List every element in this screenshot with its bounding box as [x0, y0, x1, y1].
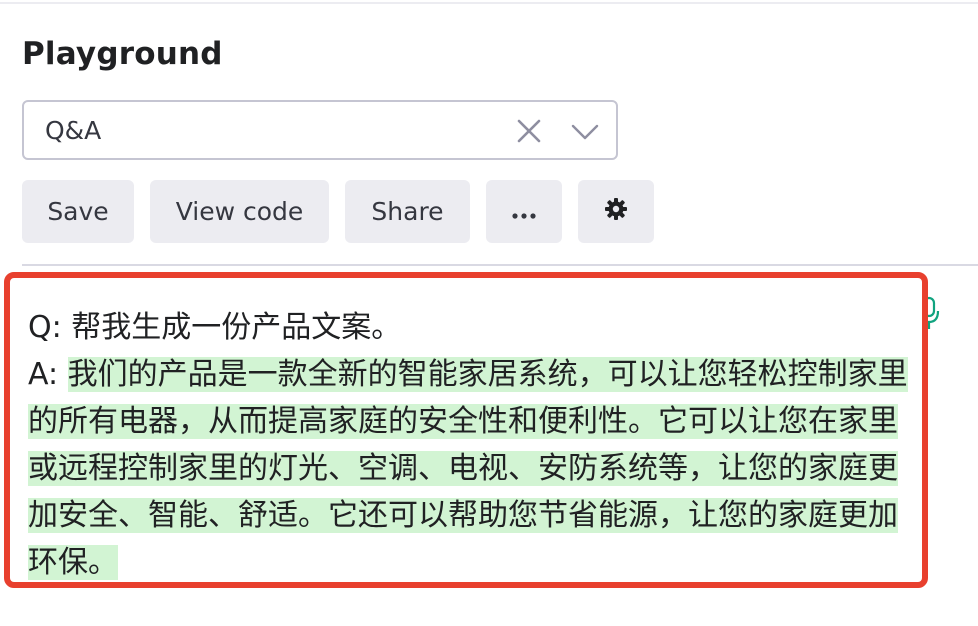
top-divider: [0, 2, 978, 4]
gear-icon: [604, 197, 628, 227]
save-button[interactable]: Save: [22, 180, 134, 243]
share-button[interactable]: Share: [345, 180, 470, 243]
view-code-button[interactable]: View code: [150, 180, 329, 243]
answer-text: 我们的产品是一款全新的智能家居系统，可以让您轻松控制家里的所有电器，从而提高家庭…: [28, 357, 908, 580]
output-text[interactable]: Q: 帮我生成一份产品文案。 A: 我们的产品是一款全新的智能家居系统，可以让您…: [28, 304, 908, 586]
chevron-down-icon[interactable]: [570, 118, 600, 146]
page-title: Playground: [22, 36, 223, 72]
more-horizontal-icon: [511, 197, 537, 226]
preset-value: Q&A: [45, 116, 102, 145]
answer-prefix: A:: [28, 357, 59, 392]
section-divider: [22, 264, 978, 266]
preset-select[interactable]: Q&A: [22, 100, 618, 160]
close-icon[interactable]: [514, 116, 544, 146]
settings-button[interactable]: [578, 180, 654, 243]
more-button[interactable]: [486, 180, 562, 243]
question-line: Q: 帮我生成一份产品文案。: [28, 310, 402, 345]
output-frame[interactable]: Q: 帮我生成一份产品文案。 A: 我们的产品是一款全新的智能家居系统，可以让您…: [4, 272, 928, 588]
